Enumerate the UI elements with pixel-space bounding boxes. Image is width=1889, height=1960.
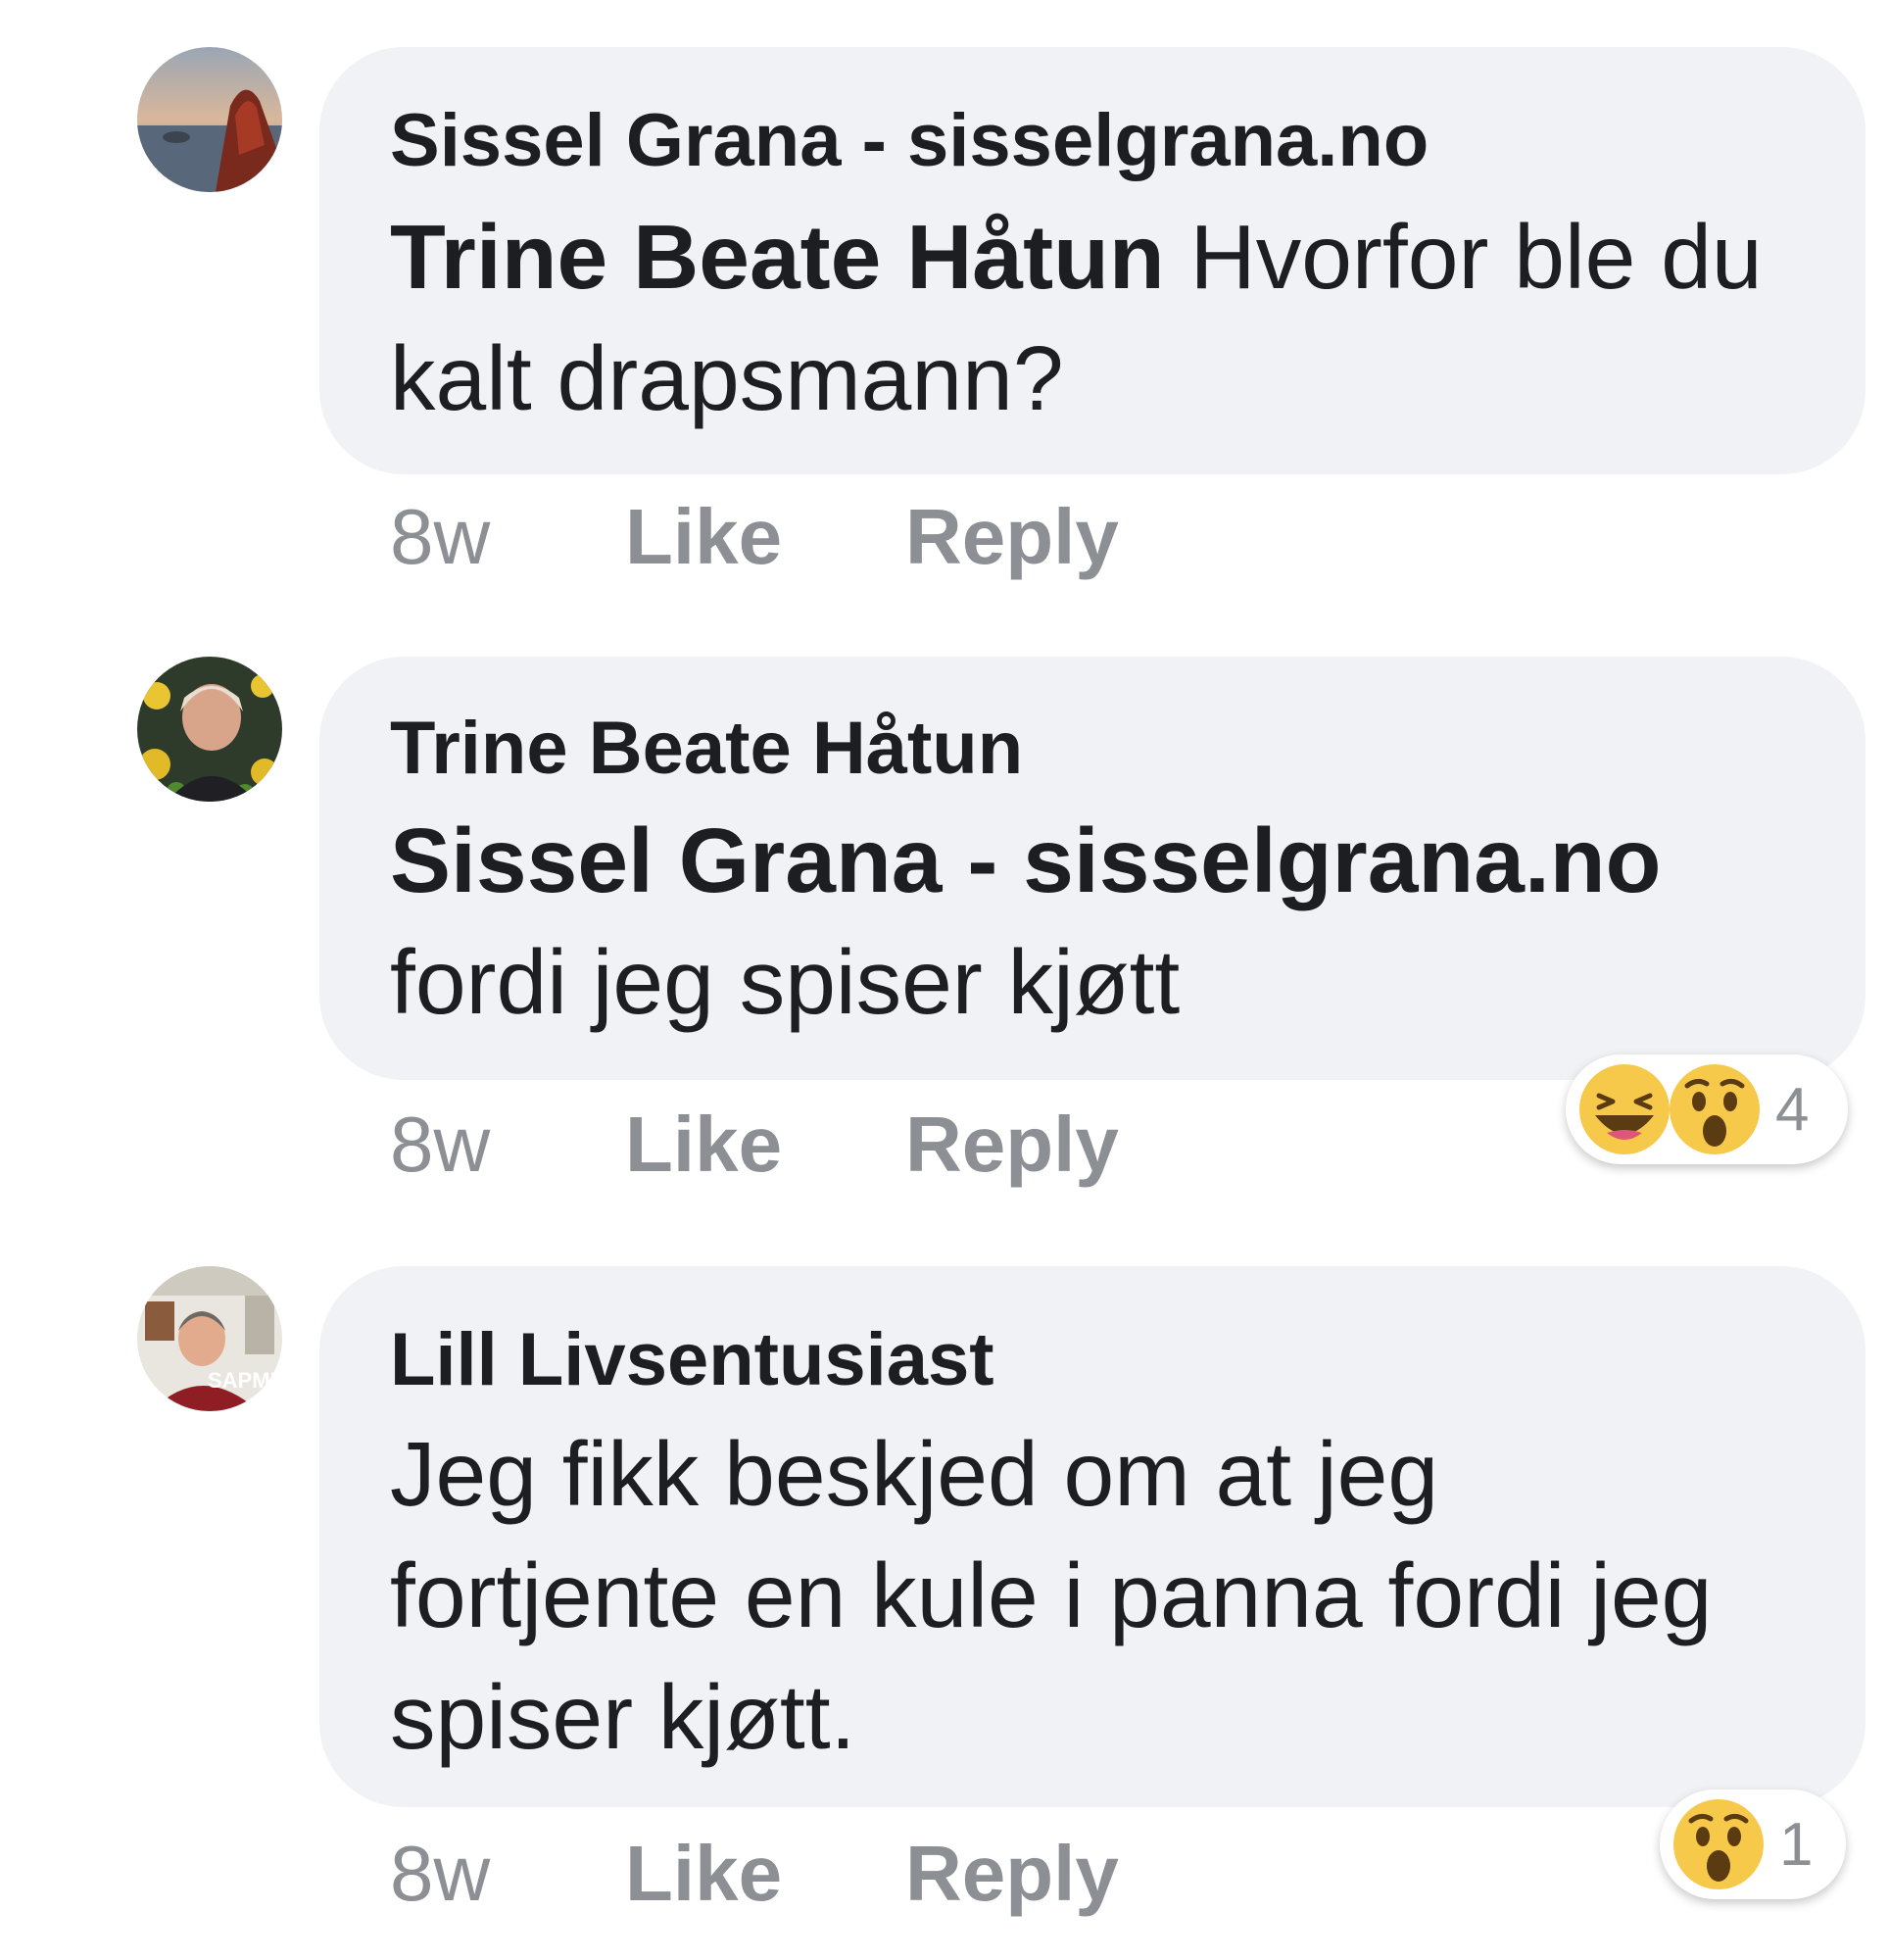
avatar-photo-person: SAPMI (137, 1266, 282, 1411)
comment-text-line: fordi jeg spiser kjøtt (390, 931, 1181, 1033)
comment-text-line: spiser kjøtt. (390, 1666, 856, 1768)
comment-text-line: kalt drapsmann? (390, 327, 1064, 429)
reply-button[interactable]: Reply (905, 1829, 1119, 1919)
avatar-photo-person (137, 657, 282, 802)
comment-timestamp: 8w (390, 493, 491, 580)
mention-link[interactable]: Sissel Grana - sisselgrana.no (390, 809, 1661, 911)
comment-text-part: Hvorfor ble du (1189, 206, 1763, 308)
comment-bubble: Trine Beate Håtun Sissel Grana - sisselg… (319, 657, 1865, 1080)
comment-text: Jeg fikk beskjed om at jeg fortjente en … (390, 1413, 1801, 1778)
reaction-count: 4 (1775, 1075, 1810, 1144)
avatar-photo-landscape (137, 47, 282, 192)
wow-icon (1671, 1797, 1766, 1891)
avatar[interactable] (137, 657, 282, 802)
reply-button[interactable]: Reply (905, 492, 1119, 582)
reaction-count: 1 (1779, 1810, 1814, 1879)
comment-text-line: fortjente en kule i panna fordi jeg (390, 1544, 1713, 1646)
comment-author[interactable]: Trine Beate Håtun (390, 711, 1023, 786)
comment-timestamp: 8w (390, 1101, 491, 1188)
reply-button[interactable]: Reply (905, 1100, 1119, 1190)
reactions-summary[interactable]: 1 (1660, 1789, 1846, 1899)
comment-bubble: Sissel Grana - sisselgrana.no Trine Beat… (319, 47, 1865, 474)
comment-author[interactable]: Lill Livsentusiast (390, 1323, 994, 1397)
comment-text: Sissel Grana - sisselgrana.no fordi jeg … (390, 800, 1801, 1043)
like-button[interactable]: Like (625, 1100, 782, 1190)
comment-text-line: Jeg fikk beskjed om at jeg (390, 1423, 1439, 1525)
comment-author[interactable]: Sissel Grana - sisselgrana.no (390, 104, 1429, 178)
avatar-badge-text: SAPMI (208, 1368, 276, 1393)
avatar[interactable] (137, 47, 282, 192)
comment-text: Trine Beate Håtun Hvorfor ble du kalt dr… (390, 196, 1801, 439)
haha-icon (1577, 1062, 1671, 1156)
avatar[interactable]: SAPMI (137, 1266, 282, 1411)
mention-link[interactable]: Trine Beate Håtun (390, 206, 1165, 308)
comment-text-line: Sissel Grana - sisselgrana.no (390, 800, 1801, 921)
wow-icon (1668, 1062, 1762, 1156)
comment-bubble: Lill Livsentusiast Jeg fikk beskjed om a… (319, 1266, 1865, 1807)
like-button[interactable]: Like (625, 492, 782, 582)
comment-timestamp: 8w (390, 1830, 491, 1917)
reactions-summary[interactable]: 4 (1566, 1054, 1848, 1164)
comment-text-line: Trine Beate Håtun Hvorfor ble du (390, 196, 1801, 318)
like-button[interactable]: Like (625, 1829, 782, 1919)
